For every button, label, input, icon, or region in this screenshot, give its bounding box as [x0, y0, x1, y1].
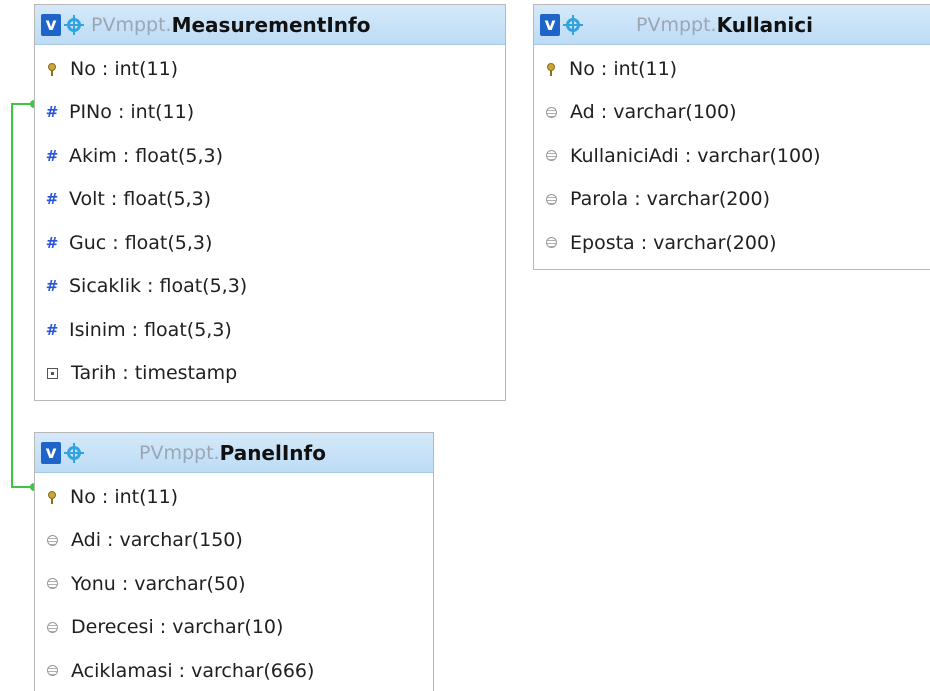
toggle-columns-icon[interactable]: v: [41, 13, 61, 36]
column-label: Sicaklik : float(5,3): [69, 275, 248, 298]
column-row[interactable]: No : int(11): [35, 47, 505, 91]
column-row[interactable]: Ad : varchar(100): [534, 91, 930, 135]
hash-icon: #: [45, 146, 59, 165]
column-row[interactable]: Tarih : timestamp: [35, 352, 505, 396]
toggle-columns-icon[interactable]: v: [41, 441, 61, 464]
column-label: Adi : varchar(150): [71, 529, 243, 552]
table-header[interactable]: v PVmppt. PanelInfo: [35, 433, 433, 473]
column-label: PINo : int(11): [69, 101, 195, 124]
column-row[interactable]: KullaniciAdi : varchar(100): [534, 134, 930, 178]
table-name: Kullanici: [716, 12, 813, 37]
text-icon: [47, 578, 58, 590]
text-icon: [47, 534, 58, 546]
column-label: KullaniciAdi : varchar(100): [570, 144, 821, 167]
column-row[interactable]: Aciklamasi : varchar(666): [35, 649, 433, 691]
column-row[interactable]: No : int(11): [534, 47, 930, 91]
text-icon: [47, 665, 58, 677]
text-icon: [546, 106, 557, 118]
column-row[interactable]: Yonu : varchar(50): [35, 562, 433, 606]
column-row[interactable]: Parola : varchar(200): [534, 178, 930, 222]
text-icon: [47, 621, 58, 633]
column-label: No : int(11): [569, 57, 678, 80]
text-icon: [546, 193, 557, 205]
column-row[interactable]: # PINo : int(11): [35, 91, 505, 135]
table-kullanici[interactable]: v PVmppt. Kullanici No : int(11) Ad : var…: [533, 4, 930, 270]
column-label: No : int(11): [70, 57, 179, 80]
column-label: Ad : varchar(100): [570, 101, 737, 124]
hash-icon: #: [45, 103, 59, 122]
table-measurementinfo[interactable]: v PVmppt. MeasurementInfo No : int(11) # P…: [34, 4, 506, 401]
column-label: Aciklamasi : varchar(666): [71, 659, 315, 682]
table-header[interactable]: v PVmppt. MeasurementInfo: [35, 5, 505, 45]
column-label: No : int(11): [70, 485, 179, 508]
table-name: MeasurementInfo: [171, 12, 371, 37]
designer-canvas: v PVmppt. MeasurementInfo No : int(11) # P…: [0, 0, 930, 691]
column-label: Eposta : varchar(200): [570, 231, 777, 254]
column-row[interactable]: # Akim : float(5,3): [35, 134, 505, 178]
key-icon: [547, 62, 555, 76]
column-row[interactable]: # Volt : float(5,3): [35, 178, 505, 222]
text-icon: [546, 150, 557, 162]
column-label: Parola : varchar(200): [570, 188, 770, 211]
column-label: Volt : float(5,3): [69, 188, 212, 211]
column-list: No : int(11) Adi : varchar(150) Yonu : var…: [35, 473, 433, 691]
database-name: PVmppt.: [139, 441, 220, 464]
column-list: No : int(11) Ad : varchar(100) KullaniciAd…: [534, 45, 930, 265]
column-row[interactable]: # Guc : float(5,3): [35, 221, 505, 265]
table-panelinfo[interactable]: v PVmppt. PanelInfo No : int(11) Adi : va…: [34, 432, 434, 691]
table-name: PanelInfo: [219, 440, 326, 465]
column-label: Guc : float(5,3): [69, 231, 213, 254]
hash-icon: #: [45, 320, 59, 339]
database-name: PVmppt.: [91, 13, 172, 36]
gear-icon[interactable]: [64, 14, 84, 35]
hash-icon: #: [45, 277, 59, 296]
column-label: Tarih : timestamp: [71, 362, 238, 385]
hash-icon: #: [45, 233, 59, 252]
text-icon: [546, 237, 557, 249]
column-row[interactable]: No : int(11): [35, 475, 433, 519]
database-name: PVmppt.: [636, 13, 717, 36]
gear-icon[interactable]: [64, 442, 84, 463]
column-row[interactable]: Derecesi : varchar(10): [35, 606, 433, 650]
column-row[interactable]: # Sicaklik : float(5,3): [35, 265, 505, 309]
column-row[interactable]: Adi : varchar(150): [35, 519, 433, 563]
column-label: Yonu : varchar(50): [71, 572, 246, 595]
column-list: No : int(11) # PINo : int(11) # Akim : float…: [35, 45, 505, 395]
column-label: Isinim : float(5,3): [69, 318, 232, 341]
column-row[interactable]: # Isinim : float(5,3): [35, 308, 505, 352]
column-row[interactable]: Eposta : varchar(200): [534, 221, 930, 265]
column-label: Derecesi : varchar(10): [71, 616, 284, 639]
key-icon: [48, 62, 56, 76]
timestamp-icon: [47, 367, 58, 379]
table-header[interactable]: v PVmppt. Kullanici: [534, 5, 930, 45]
key-icon: [48, 490, 56, 504]
toggle-columns-icon[interactable]: v: [540, 13, 560, 36]
hash-icon: #: [45, 190, 59, 209]
gear-icon[interactable]: [563, 14, 583, 35]
column-label: Akim : float(5,3): [69, 144, 223, 167]
